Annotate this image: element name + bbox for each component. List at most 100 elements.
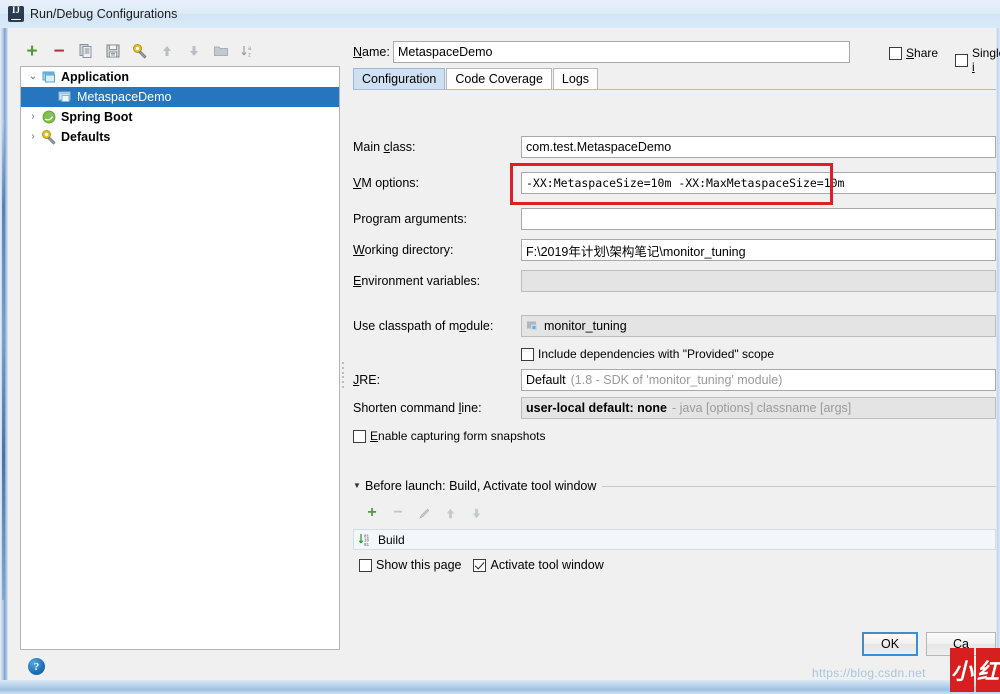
before-launch-header[interactable]: ▼ Before launch: Build, Activate tool wi… — [353, 477, 996, 495]
move-up-button[interactable] — [155, 39, 179, 63]
tab-configuration[interactable]: Configuration — [353, 68, 446, 89]
new-folder-button[interactable] — [209, 39, 233, 63]
activate-tool-window-label: Activate tool window — [490, 558, 604, 572]
folder-icon — [209, 39, 233, 63]
name-input[interactable]: MetaspaceDemo — [393, 41, 850, 63]
plus-icon: + — [26, 40, 38, 62]
watermark-text: https://blog.csdn.net — [812, 666, 926, 680]
build-icon: 01 10 01 — [358, 532, 374, 548]
arrow-up-icon — [155, 39, 179, 63]
tree-item-spring-boot[interactable]: › Spring Boot — [21, 107, 339, 127]
configurations-panel: + − a z ⌄ Application MetaspaceDemo › Sp… — [16, 32, 341, 675]
panel-splitter[interactable] — [338, 32, 348, 657]
tab-code-coverage[interactable]: Code Coverage — [446, 68, 552, 89]
use-classpath-row: Use classpath of module: monitor_tuning — [353, 315, 996, 337]
remove-configuration-button[interactable]: − — [47, 39, 71, 63]
arrow-down-icon — [182, 39, 206, 63]
working-directory-input[interactable]: F:\2019年计划\架构笔记\monitor_tuning — [521, 239, 996, 261]
tree-item-metaspacedemo[interactable]: MetaspaceDemo — [21, 87, 339, 107]
add-configuration-button[interactable]: + — [20, 39, 44, 63]
dialog-window: Run/Debug Configurations + − — [0, 0, 1000, 694]
tree-item-application[interactable]: ⌄ Application — [21, 67, 339, 87]
tree-toolbar: + − a z — [20, 38, 340, 64]
main-class-row: Main class: com.test.MetaspaceDemo — [353, 136, 996, 158]
environment-variables-input[interactable] — [521, 270, 996, 292]
include-dependencies-checkbox[interactable] — [521, 347, 534, 361]
share-checkbox[interactable] — [889, 46, 902, 60]
sort-alphabetically-button[interactable]: a z — [236, 39, 260, 63]
application-icon — [41, 69, 57, 85]
splitter-handle[interactable] — [341, 362, 345, 388]
before-launch-task-list[interactable]: 01 10 01 Build — [353, 529, 996, 550]
save-icon — [101, 39, 125, 63]
before-launch-section: ▼ Before launch: Build, Activate tool wi… — [353, 477, 996, 587]
module-icon — [526, 319, 540, 333]
tab-logs[interactable]: Logs — [552, 68, 599, 89]
use-classpath-label: Use classpath of module: — [353, 319, 494, 333]
edit-defaults-button[interactable] — [128, 39, 152, 63]
program-arguments-row: Program arguments: — [353, 208, 996, 230]
spring-boot-icon — [41, 109, 57, 125]
watermark-logo-char-2: 红 — [976, 648, 1000, 692]
enable-capturing-row[interactable]: Enable capturing form snapshots — [353, 425, 996, 447]
remove-task-button[interactable]: − — [387, 502, 409, 524]
add-task-button[interactable]: + — [361, 502, 383, 524]
dialog-buttons: OK Ca — [348, 632, 996, 662]
tree-item-label: Spring Boot — [61, 110, 133, 124]
before-launch-toolbar: + − — [353, 499, 996, 527]
working-directory-row: Working directory: F:\2019年计划\架构笔记\monit… — [353, 239, 996, 261]
tree-item-label: MetaspaceDemo — [77, 90, 172, 104]
watermark-logo: 小 红 — [950, 648, 1000, 692]
show-page-label: Show this page — [376, 558, 462, 572]
window-border-glow — [2, 120, 5, 600]
copy-icon — [74, 39, 98, 63]
minus-icon: − — [53, 40, 65, 62]
jre-value: Default — [526, 373, 566, 387]
show-page-checkbox-row[interactable]: Show this page — [359, 558, 461, 572]
tree-item-label: Defaults — [61, 130, 111, 144]
sort-az-icon: a z — [236, 39, 260, 63]
jre-row: JRE: Default (1.8 - SDK of 'monitor_tuni… — [353, 369, 996, 391]
window-border-bottom — [0, 680, 1000, 694]
save-configuration-button[interactable] — [101, 39, 125, 63]
run-config-icon — [57, 89, 73, 105]
minus-icon: − — [393, 504, 403, 521]
configurations-tree[interactable]: ⌄ Application MetaspaceDemo › Spring Boo… — [20, 66, 340, 650]
move-task-up-button[interactable] — [439, 502, 461, 524]
chevron-right-icon[interactable]: › — [25, 112, 41, 122]
before-launch-title: Before launch: Build, Activate tool wind… — [365, 479, 597, 493]
show-page-checkbox[interactable] — [359, 558, 372, 572]
shorten-command-line-combo[interactable]: user-local default: none - java [options… — [521, 397, 996, 419]
program-arguments-input[interactable] — [521, 208, 996, 230]
activate-tool-window-checkbox-row[interactable]: Activate tool window — [473, 558, 604, 572]
activate-tool-window-checkbox[interactable] — [473, 558, 487, 572]
collapse-triangle-icon[interactable]: ▼ — [353, 482, 365, 490]
pencil-icon — [413, 502, 435, 524]
copy-configuration-button[interactable] — [74, 39, 98, 63]
use-classpath-combo[interactable]: monitor_tuning — [521, 315, 996, 337]
enable-capturing-checkbox[interactable] — [353, 429, 366, 443]
chevron-right-icon[interactable]: › — [25, 132, 41, 142]
move-task-down-button[interactable] — [465, 502, 487, 524]
jre-combo[interactable]: Default (1.8 - SDK of 'monitor_tuning' m… — [521, 369, 996, 391]
help-button[interactable]: ? — [28, 658, 45, 675]
arrow-down-icon — [465, 502, 487, 524]
main-class-input[interactable]: com.test.MetaspaceDemo — [521, 136, 996, 158]
name-label: Name: — [353, 45, 390, 59]
share-checkbox-row[interactable]: Share — [889, 46, 938, 60]
share-label: Share — [906, 46, 939, 60]
edit-task-button[interactable] — [413, 502, 435, 524]
chevron-down-icon[interactable]: ⌄ — [25, 72, 41, 82]
header-divider — [602, 485, 996, 487]
jre-hint: (1.8 - SDK of 'monitor_tuning' module) — [570, 373, 783, 387]
environment-variables-label: Environment variables: — [353, 274, 481, 288]
move-down-button[interactable] — [182, 39, 206, 63]
program-arguments-label: Program arguments: — [353, 212, 467, 226]
plus-icon: + — [367, 504, 377, 521]
include-dependencies-row[interactable]: Include dependencies with "Provided" sco… — [353, 343, 996, 365]
wrench-icon — [128, 39, 152, 63]
single-instance-checkbox[interactable] — [955, 53, 968, 67]
tree-item-defaults[interactable]: › Defaults — [21, 127, 339, 147]
ok-button[interactable]: OK — [862, 632, 918, 656]
watermark-logo-char-1: 小 — [950, 648, 974, 692]
